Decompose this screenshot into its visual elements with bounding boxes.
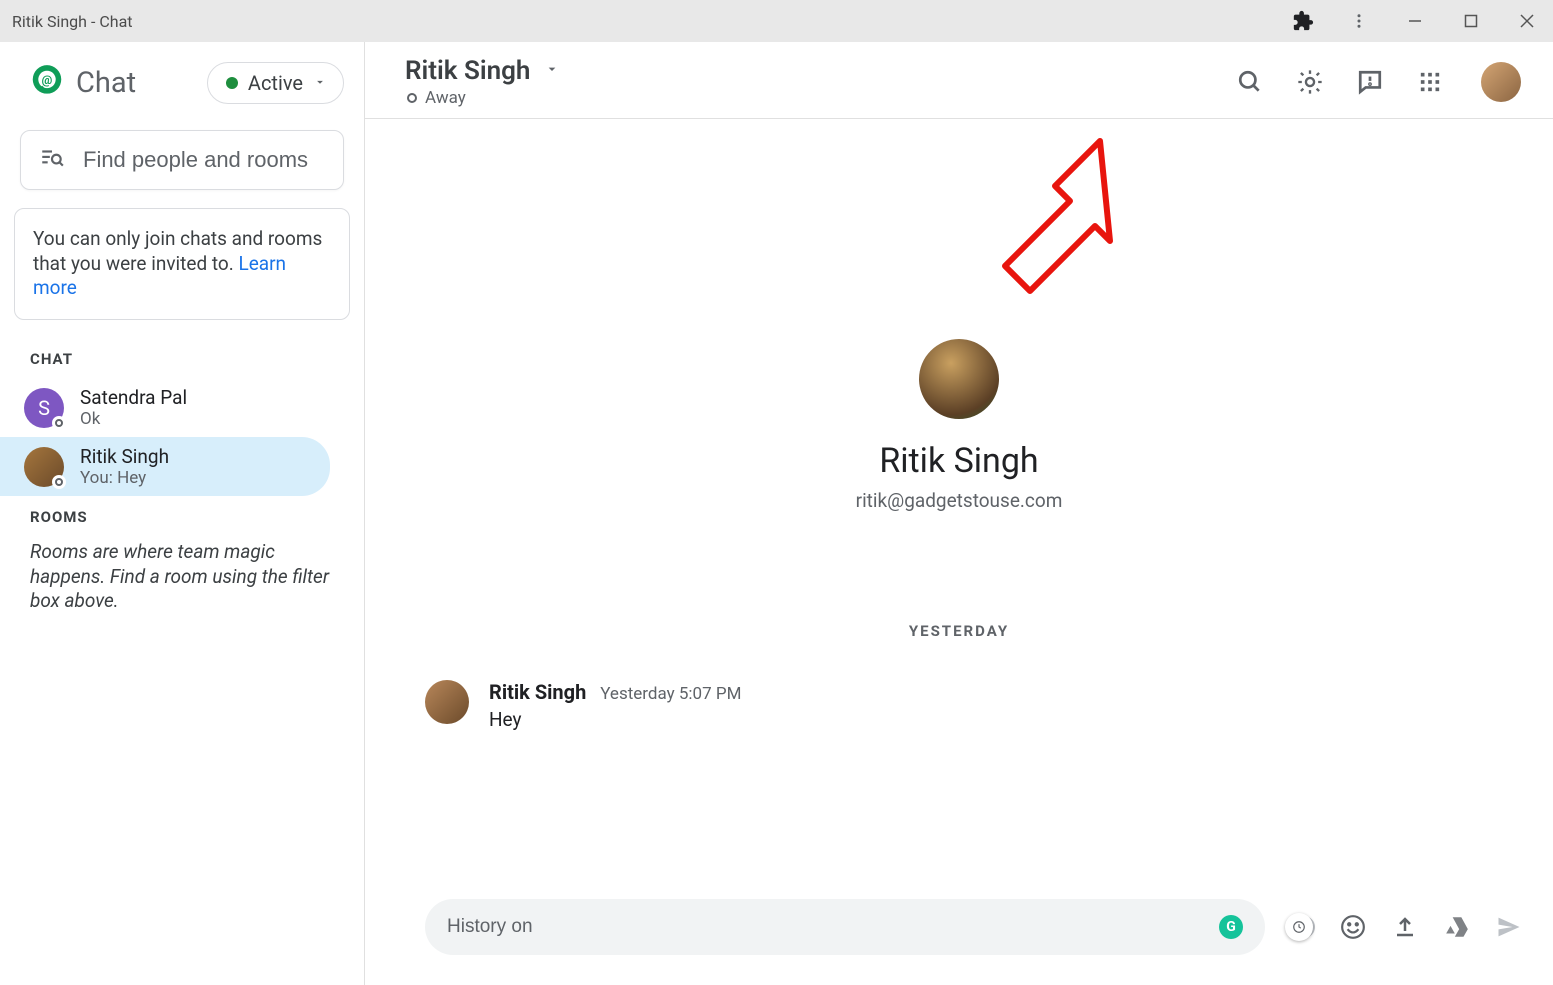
feedback-icon[interactable] [1355,67,1385,97]
conversation-title: Ritik Singh [405,56,530,86]
compose-box[interactable]: G [425,899,1265,955]
message-time: Yesterday 5:07 PM [600,684,741,704]
search-box[interactable] [20,130,344,190]
send-button[interactable] [1495,913,1523,941]
status-label: Active [248,71,303,95]
apps-grid-icon[interactable] [1415,67,1445,97]
chat-item-satendra[interactable]: S Satendra Pal Ok [0,378,330,437]
window-title: Ritik Singh - Chat [12,12,133,31]
avatar [24,447,64,487]
chevron-down-icon [313,74,327,93]
search-input[interactable] [83,147,371,173]
conversation-status: Away [425,88,466,108]
section-rooms-header: ROOMS [0,496,364,536]
avatar: S [24,388,64,428]
search-list-icon [39,145,65,175]
search-icon[interactable] [1235,67,1265,97]
date-separator: YESTERDAY [909,622,1009,640]
compose-input[interactable] [447,916,1205,938]
brand: @ Chat [28,62,136,104]
drive-icon[interactable] [1443,913,1471,941]
rooms-description: Rooms are where team magic happens. Find… [0,536,364,618]
close-button[interactable] [1513,7,1541,35]
chevron-down-icon[interactable] [544,61,560,81]
chat-logo-icon: @ [28,62,66,104]
away-status-icon [407,93,417,103]
settings-gear-icon[interactable] [1295,67,1325,97]
message-row: Ritik Singh Yesterday 5:07 PM Hey [425,680,741,731]
history-toggle[interactable] [1287,913,1315,941]
section-chat-header: CHAT [0,338,364,378]
contact-email: ritik@gadgetstouse.com [856,489,1063,512]
chat-item-ritik[interactable]: Ritik Singh You: Hey [0,437,330,496]
chat-name: Satendra Pal [80,386,187,409]
info-card: You can only join chats and rooms that y… [14,208,350,320]
status-selector[interactable]: Active [207,62,344,104]
minimize-button[interactable] [1401,7,1429,35]
sidebar: @ Chat Active You can only join chats an… [0,42,365,985]
more-icon[interactable] [1345,7,1373,35]
conversation-body: Ritik Singh ritik@gadgetstouse.com YESTE… [365,119,1553,883]
emoji-icon[interactable] [1339,913,1367,941]
status-dot-icon [226,77,238,89]
svg-text:@: @ [42,73,53,87]
grammarly-icon[interactable]: G [1219,915,1243,939]
chat-name: Ritik Singh [80,445,169,468]
upload-icon[interactable] [1391,913,1419,941]
conversation-header: Ritik Singh Away [365,42,1553,119]
maximize-button[interactable] [1457,7,1485,35]
chat-preview: You: Hey [80,468,169,488]
extensions-icon[interactable] [1289,7,1317,35]
message-sender: Ritik Singh [489,680,586,704]
message-text: Hey [489,708,741,731]
profile-avatar[interactable] [1481,62,1521,102]
presence-away-icon [52,475,66,489]
presence-away-icon [52,416,66,430]
window-titlebar: Ritik Singh - Chat [0,0,1553,42]
contact-name: Ritik Singh [879,441,1038,481]
annotation-arrow-icon [965,131,1125,331]
contact-avatar [919,339,999,419]
brand-name: Chat [76,66,136,100]
chat-preview: Ok [80,409,187,429]
message-avatar [425,680,469,724]
